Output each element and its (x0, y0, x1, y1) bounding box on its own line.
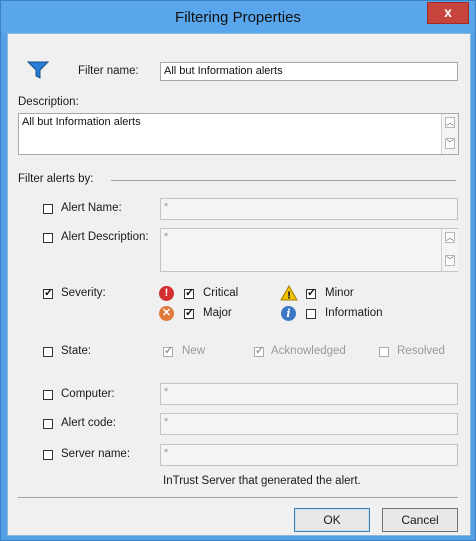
state-acknowledged-label: Acknowledged (271, 345, 346, 357)
alert-code-input[interactable]: * (160, 413, 458, 435)
minor-warning-icon: ! (280, 285, 298, 301)
alert-name-checkbox[interactable] (43, 204, 53, 214)
information-icon: i (281, 306, 296, 321)
scroll-up-icon[interactable]: ︿ (445, 232, 455, 243)
alert-code-label: Alert code: (61, 417, 116, 429)
major-label: Major (203, 307, 232, 319)
computer-label: Computer: (61, 388, 115, 400)
scroll-down-icon[interactable]: ﹀ (445, 138, 455, 149)
filter-alerts-by-label: Filter alerts by: (18, 173, 94, 185)
section-divider (111, 180, 456, 181)
computer-checkbox[interactable] (43, 390, 53, 400)
state-new-label: New (182, 345, 206, 357)
state-new-checkbox[interactable] (163, 344, 173, 357)
critical-severity-icon: ! (159, 286, 174, 301)
state-resolved-label: Resolved (397, 345, 445, 357)
dialog-body: Filter name: All but Information alerts … (7, 33, 471, 536)
scroll-down-icon[interactable]: ﹀ (445, 255, 455, 266)
alert-description-input[interactable]: * (160, 228, 458, 272)
alert-name-input[interactable]: * (160, 198, 458, 220)
filter-name-input[interactable]: All but Information alerts (160, 62, 458, 81)
minor-label: Minor (325, 287, 354, 299)
major-severity-icon: ✕ (159, 306, 174, 321)
server-name-hint: InTrust Server that generated the alert. (163, 475, 361, 487)
severity-checkbox[interactable] (43, 286, 53, 299)
computer-input[interactable]: * (160, 383, 458, 405)
filter-funnel-icon (27, 61, 49, 79)
alert-description-checkbox[interactable] (43, 233, 53, 243)
filter-name-label: Filter name: (78, 65, 139, 77)
alert-description-label: Alert Description: (61, 231, 149, 243)
alert-description-scrollbar[interactable]: ︿ ﹀ (441, 229, 458, 271)
server-name-checkbox[interactable] (43, 450, 53, 460)
close-button[interactable]: x (427, 2, 469, 24)
title-bar[interactable]: Filtering Properties x (1, 1, 475, 33)
critical-checkbox[interactable] (184, 286, 194, 299)
severity-label: Severity: (61, 287, 106, 299)
major-checkbox[interactable] (184, 306, 194, 319)
state-label: State: (61, 345, 92, 357)
ok-button[interactable]: OK (294, 508, 370, 532)
description-label: Description: (18, 96, 79, 108)
footer-divider (18, 497, 458, 498)
server-name-label: Server name: (61, 448, 131, 460)
minor-checkbox[interactable] (306, 286, 316, 299)
information-label: Information (325, 307, 383, 319)
scroll-up-icon[interactable]: ︿ (445, 117, 455, 128)
description-text: All but Information alerts (22, 116, 141, 128)
state-checkbox[interactable] (43, 347, 53, 357)
dialog-title: Filtering Properties (175, 9, 301, 26)
dialog-window: Filtering Properties x Filter name: All … (0, 0, 476, 541)
cancel-button[interactable]: Cancel (382, 508, 458, 532)
description-textarea[interactable]: All but Information alerts (18, 113, 459, 155)
state-acknowledged-checkbox[interactable] (254, 344, 264, 357)
description-scrollbar[interactable]: ︿ ﹀ (441, 114, 458, 154)
alert-code-checkbox[interactable] (43, 419, 53, 429)
alert-name-label: Alert Name: (61, 202, 122, 214)
state-resolved-checkbox[interactable] (379, 347, 389, 357)
critical-label: Critical (203, 287, 239, 299)
svg-text:!: ! (287, 291, 292, 302)
information-checkbox[interactable] (306, 309, 316, 319)
server-name-input[interactable]: * (160, 444, 458, 466)
